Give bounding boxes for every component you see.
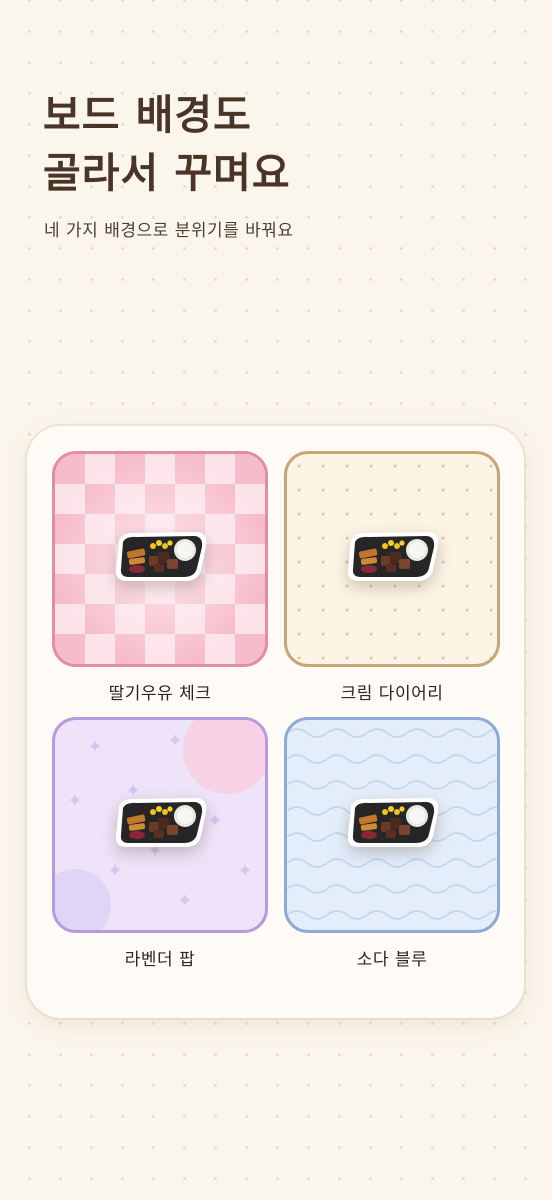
background-label: 딸기우유 체크 (108, 684, 212, 704)
title-line-1: 보드 배경도 (43, 91, 252, 139)
background-preview-lavender-pop[interactable] (52, 717, 268, 933)
background-option-strawberry-check[interactable]: 딸기우유 체크 (52, 451, 268, 704)
background-label: 크림 다이어리 (340, 684, 444, 704)
background-label: 소다 블루 (356, 950, 428, 970)
background-label: 라벤더 팝 (124, 950, 196, 970)
background-option-soda-blue[interactable]: 소다 블루 (284, 717, 500, 970)
steak-plate-icon (115, 532, 207, 582)
steak-plate-icon (115, 798, 207, 848)
background-picker-panel: 딸기우유 체크 크림 다이어리 라벤더 팝 소다 블루 (27, 426, 524, 1018)
background-option-lavender-pop[interactable]: 라벤더 팝 (52, 717, 268, 970)
steak-plate-icon (347, 532, 439, 582)
title-line-2: 골라서 꾸며요 (43, 149, 291, 197)
page-subtitle: 네 가지 배경으로 분위기를 바꿔요 (44, 221, 294, 241)
page-title: 보드 배경도 골라서 꾸며요 (43, 86, 291, 202)
background-preview-strawberry-check[interactable] (52, 451, 268, 667)
steak-plate-icon (347, 798, 439, 848)
background-preview-cream-diary[interactable] (284, 451, 500, 667)
background-option-cream-diary[interactable]: 크림 다이어리 (284, 451, 500, 704)
background-preview-soda-blue[interactable] (284, 717, 500, 933)
